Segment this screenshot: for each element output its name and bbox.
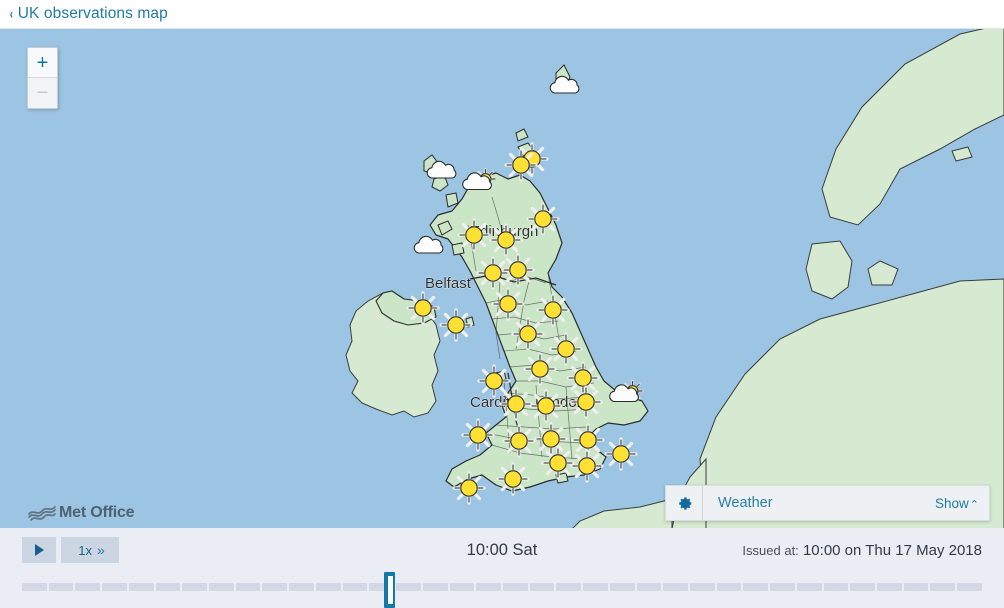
weather-icon-sun[interactable] (491, 287, 525, 321)
zoom-out-button[interactable]: − (28, 78, 57, 108)
timeline-track[interactable] (22, 583, 982, 591)
timeline-tick[interactable] (342, 583, 368, 591)
timeline-tick[interactable] (770, 583, 795, 591)
timeline-tick[interactable] (422, 583, 448, 591)
timeline-tick[interactable] (609, 583, 635, 591)
issued-at-prefix: Issued at: (742, 542, 799, 558)
timeline-tick[interactable] (289, 583, 314, 591)
weather-icon-sun[interactable] (526, 202, 560, 236)
timeline-tick[interactable] (396, 583, 421, 591)
timeline-tick[interactable] (235, 583, 261, 591)
playback-button-group: 1x » (22, 537, 119, 563)
weather-icon-sun[interactable] (536, 293, 570, 327)
timeline-tick[interactable] (449, 583, 475, 591)
issued-at-value: 10:00 on Thu 17 May 2018 (802, 541, 982, 559)
weather-icon-sun[interactable] (461, 418, 495, 452)
weather-icon-sun[interactable] (570, 449, 604, 483)
playback-controls-row: 1x » 10:00 Sat Issued at: 10:00 on Thu 1… (0, 528, 1004, 572)
weather-icon-sun[interactable] (501, 253, 535, 287)
layer-show-toggle[interactable]: Show ⌃ (935, 496, 979, 511)
map-graphic: EdinburghBelfastCardiffLondon (0, 29, 1004, 528)
weather-icon-sun[interactable] (499, 387, 533, 421)
playback-speed-button[interactable]: 1x » (61, 537, 119, 563)
weather-icon-sun[interactable] (604, 437, 638, 471)
met-office-waves-icon (28, 506, 56, 521)
timeline-tick[interactable] (743, 583, 769, 591)
weather-icon-sun[interactable] (452, 471, 486, 505)
timeline-tick[interactable] (315, 583, 341, 591)
timeline-tick[interactable] (689, 583, 715, 591)
timeline-tick[interactable] (155, 583, 181, 591)
timeline-tick[interactable] (823, 583, 849, 591)
weather-icon-sun[interactable] (523, 352, 557, 386)
issued-at-text: Issued at: 10:00 on Thu 17 May 2018 (742, 542, 982, 559)
weather-icon-sun[interactable] (406, 291, 440, 325)
weather-icon-sun[interactable] (496, 462, 530, 496)
timeline-tick[interactable] (930, 583, 956, 591)
play-button[interactable] (22, 537, 56, 563)
chevron-left-icon: ‹ (9, 5, 14, 22)
chevron-up-icon: ⌃ (969, 498, 979, 511)
zoom-in-button[interactable]: + (28, 48, 57, 78)
weather-icon-sun[interactable] (534, 422, 568, 456)
timeline-tick[interactable] (583, 583, 608, 591)
timeline-tick[interactable] (209, 583, 234, 591)
weather-icon-sun[interactable] (476, 256, 510, 290)
weather-icon-sun[interactable] (504, 148, 538, 182)
weather-icon-sun[interactable] (529, 389, 563, 423)
play-icon (34, 544, 44, 556)
timeline-slider[interactable] (22, 572, 982, 608)
weather-icon-sun[interactable] (549, 332, 583, 366)
timeline-tick[interactable] (796, 583, 822, 591)
timeline-tick[interactable] (877, 583, 902, 591)
map-canvas[interactable]: EdinburghBelfastCardiffLondon + − Met Of… (0, 28, 1004, 528)
weather-icon-sun[interactable] (569, 385, 603, 419)
timeline-tick[interactable] (182, 583, 208, 591)
playback-speed-label: 1x (78, 542, 92, 558)
weather-icon-sun[interactable] (477, 364, 511, 398)
zoom-controls[interactable]: + − (27, 47, 58, 109)
layer-title: Weather (718, 495, 773, 511)
weather-icon-sun[interactable] (489, 223, 523, 257)
timeline-tick[interactable] (556, 583, 582, 591)
timeline-tick[interactable] (663, 583, 688, 591)
timeline-footer: 1x » 10:00 Sat Issued at: 10:00 on Thu 1… (0, 528, 1004, 608)
layer-show-label: Show (935, 495, 969, 511)
weather-icon-sun[interactable] (541, 446, 575, 480)
layer-control-panel[interactable]: Weather Show ⌃ (665, 485, 990, 521)
page-title: UK observations map (17, 5, 168, 22)
timeline-tick[interactable] (850, 583, 875, 591)
timeline-tick[interactable] (48, 583, 74, 591)
timeline-tick[interactable] (75, 583, 101, 591)
timeline-tick[interactable] (102, 583, 127, 591)
chevron-double-right-icon: » (96, 542, 105, 558)
met-office-logo-text: Met Office (59, 504, 135, 521)
gear-icon (678, 496, 691, 510)
weather-icon-sun[interactable] (566, 361, 600, 395)
timeline-tick[interactable] (128, 583, 154, 591)
timeline-tick[interactable] (476, 583, 501, 591)
timeline-tick[interactable] (636, 583, 662, 591)
timeline-tick[interactable] (716, 583, 742, 591)
timeline-tick[interactable] (502, 583, 528, 591)
weather-icon-sun[interactable] (457, 218, 491, 252)
back-link[interactable]: ‹ UK observations map (9, 5, 168, 23)
timeline-tick[interactable] (262, 583, 288, 591)
city-label: Belfast (425, 275, 472, 292)
timeline-tick[interactable] (903, 583, 929, 591)
timeline-tick[interactable] (22, 583, 47, 591)
layer-toggle-row[interactable]: Weather Show ⌃ (703, 486, 989, 520)
layer-settings-button[interactable] (666, 486, 703, 520)
timeline-tick[interactable] (957, 583, 982, 591)
timeline-handle[interactable] (383, 572, 395, 608)
weather-icon-sun[interactable] (511, 317, 545, 351)
weather-icon-sun[interactable] (502, 424, 536, 458)
met-office-logo: Met Office (28, 503, 135, 523)
weather-icon-sun[interactable] (439, 308, 473, 342)
page-header: ‹ UK observations map (0, 0, 1004, 28)
timeline-tick[interactable] (529, 583, 555, 591)
